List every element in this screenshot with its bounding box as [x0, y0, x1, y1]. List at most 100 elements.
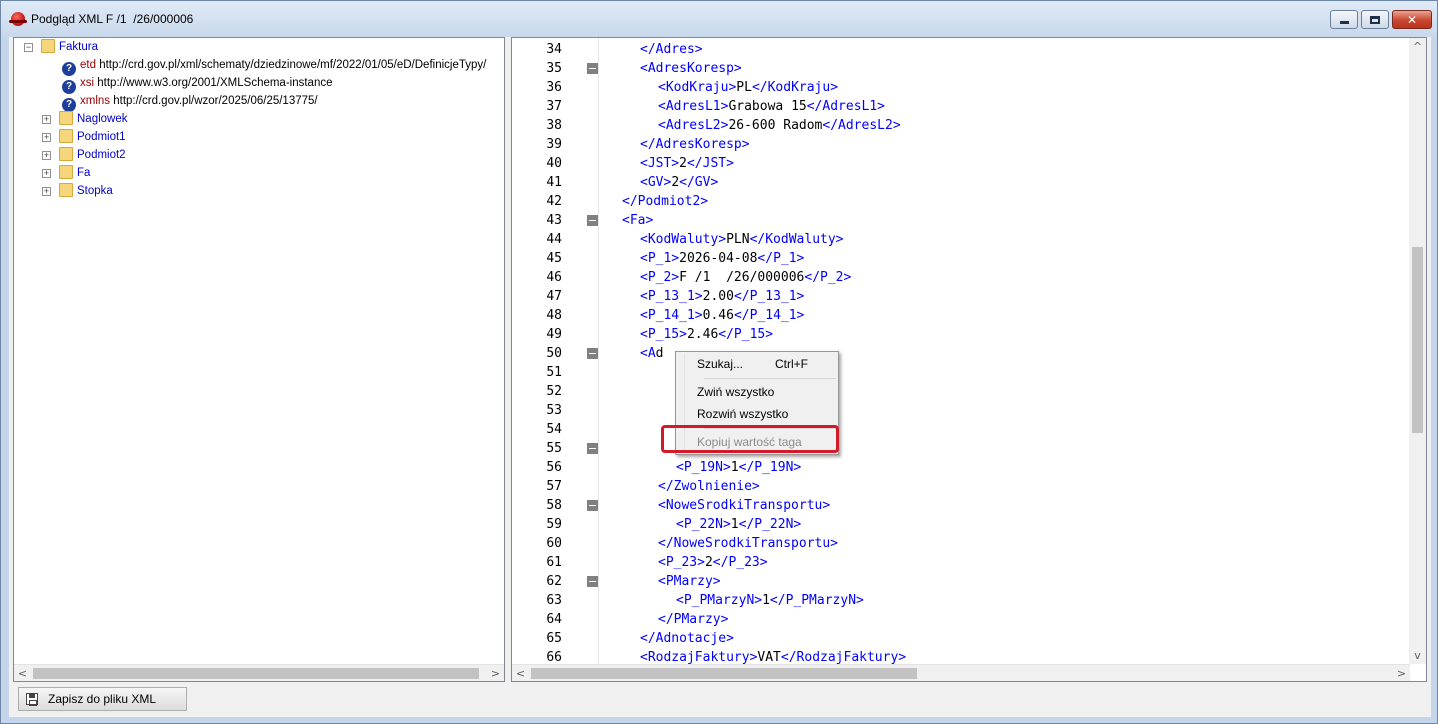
fold-toggle-icon[interactable] — [587, 63, 598, 74]
code-line[interactable]: 60 </NoweSrodkiTransportu> — [512, 534, 1410, 553]
expand-toggle-icon[interactable]: + — [42, 133, 51, 142]
xml-tree-panel: − Faktura ? etd http://crd.gov.pl/xml/schem… — [13, 37, 505, 682]
expand-toggle-icon[interactable]: + — [42, 187, 51, 196]
code-line[interactable]: 36 <KodKraju>PL</KodKraju> — [512, 78, 1410, 97]
xml-value: PL — [736, 80, 752, 95]
maximize-button[interactable] — [1361, 10, 1389, 29]
fold-toggle-icon[interactable] — [587, 500, 598, 511]
fold-toggle-icon[interactable] — [587, 443, 598, 454]
close-button[interactable]: ✕ — [1392, 10, 1432, 29]
code-line[interactable]: 35 <AdresKoresp> — [512, 59, 1410, 78]
xml-tree[interactable]: − Faktura ? etd http://crd.gov.pl/xml/schem… — [14, 38, 504, 664]
xml-preview-window: Podgląd XML F /1 /26/000006 ✕ − Faktura ? e… — [0, 0, 1438, 724]
xml-value: d — [655, 346, 664, 361]
code-line[interactable]: 41 <GV>2</GV> — [512, 173, 1410, 192]
line-number: 48 — [546, 308, 562, 323]
code-line[interactable]: 48 <P_14_1>0.46</P_14_1> — [512, 306, 1410, 325]
source-vscroll-thumb[interactable] — [1412, 247, 1423, 433]
xml-tag: </JST> — [686, 156, 734, 171]
code-line[interactable]: 50 <Ad — [512, 344, 1410, 363]
code-line[interactable]: 49 <P_15>2.46</P_15> — [512, 325, 1410, 344]
code-text: <JST>2</JST> — [640, 154, 734, 173]
minimize-icon — [1339, 21, 1349, 24]
code-line[interactable]: 63 <P_PMarzyN>1</P_PMarzyN> — [512, 591, 1410, 610]
code-line[interactable]: 57 </Zwolnienie> — [512, 477, 1410, 496]
expand-toggle-icon[interactable]: + — [42, 151, 51, 160]
code-line[interactable]: 40 <JST>2</JST> — [512, 154, 1410, 173]
app-logo-icon — [9, 12, 27, 26]
menu-item-expand-all[interactable]: Rozwiń wszystko — [677, 403, 837, 425]
tree-horizontal-scrollbar[interactable]: < > — [14, 664, 504, 681]
code-line[interactable]: 58 <NoweSrodkiTransportu> — [512, 496, 1410, 515]
scroll-right-arrow-icon[interactable]: > — [487, 665, 504, 682]
tree-attribute-row[interactable]: ? etd http://crd.gov.pl/xml/schematy/dzie… — [62, 56, 486, 76]
code-line[interactable]: 59 <P_22N>1</P_22N> — [512, 515, 1410, 534]
code-line[interactable]: 52 — [512, 382, 1410, 401]
tree-attribute-row[interactable]: ? xmlns http://crd.gov.pl/wzor/2025/06/25… — [62, 92, 318, 112]
code-line[interactable]: 66 <RodzajFaktury>VAT</RodzajFaktury> — [512, 648, 1410, 664]
line-number: 34 — [546, 42, 562, 57]
code-text: <GV>2</GV> — [640, 173, 718, 192]
tree-scroll-thumb[interactable] — [33, 668, 479, 679]
fold-toggle-icon[interactable] — [587, 348, 598, 359]
xml-tag: <RodzajFaktury> — [640, 650, 758, 664]
line-number: 40 — [546, 156, 562, 171]
code-line[interactable]: 42 </Podmiot2> — [512, 192, 1410, 211]
code-text: <P_23>2</P_23> — [658, 553, 768, 572]
xml-tag: </Adnotacje> — [640, 631, 734, 646]
xml-value: 1 — [730, 460, 739, 475]
scroll-up-arrow-icon[interactable]: ^ — [1409, 38, 1426, 55]
xml-tag: </GV> — [679, 175, 719, 190]
xml-source-editor[interactable]: 34 </Adres> 35 <AdresKoresp> 36 <KodKraju>PL<… — [512, 38, 1410, 664]
code-line[interactable]: 54 — [512, 420, 1410, 439]
code-line[interactable]: 51 — [512, 363, 1410, 382]
close-icon: ✕ — [1406, 12, 1418, 27]
code-line[interactable]: 44 <KodWaluty>PLN</KodWaluty> — [512, 230, 1410, 249]
expand-toggle-icon[interactable]: + — [42, 115, 51, 124]
fold-toggle-icon[interactable] — [587, 215, 598, 226]
menu-item-collapse-all[interactable]: Zwiń wszystko — [677, 381, 837, 403]
code-line[interactable]: 61 <P_23>2</P_23> — [512, 553, 1410, 572]
code-line[interactable]: 37 <AdresL1>Grabowa 15</AdresL1> — [512, 97, 1410, 116]
maximize-icon — [1370, 15, 1380, 24]
code-text: <PMarzy> — [658, 572, 721, 591]
source-horizontal-scrollbar[interactable]: < > — [512, 664, 1410, 681]
xml-tag: </P_13_1> — [733, 289, 805, 304]
attribute-value: http://crd.gov.pl/wzor/2025/06/25/13775/ — [113, 95, 318, 107]
code-line[interactable]: 46 <P_2>F /1 /26/000006</P_2> — [512, 268, 1410, 287]
code-text: <AdresL1>Grabowa 15</AdresL1> — [658, 97, 885, 116]
attribute-name: etd — [80, 59, 96, 71]
line-number: 61 — [546, 555, 562, 570]
fold-toggle-icon[interactable] — [587, 576, 598, 587]
tree-attribute-row[interactable]: ? xsi http://www.w3.org/2001/XMLSchema-in… — [62, 74, 333, 94]
scroll-down-arrow-icon[interactable]: v — [1409, 647, 1426, 664]
code-line[interactable]: 64 </PMarzy> — [512, 610, 1410, 629]
source-hscroll-thumb[interactable] — [531, 668, 917, 679]
code-line[interactable]: 47 <P_13_1>2.00</P_13_1> — [512, 287, 1410, 306]
expand-toggle-icon[interactable]: + — [42, 169, 51, 178]
code-line[interactable]: 53 — [512, 401, 1410, 420]
code-line[interactable]: 55 — [512, 439, 1410, 458]
xml-tag: </P_1> — [757, 251, 805, 266]
title-bar[interactable]: Podgląd XML F /1 /26/000006 ✕ — [1, 1, 1437, 37]
save-to-xml-button[interactable]: Zapisz do pliku XML — [18, 687, 187, 711]
line-number: 44 — [546, 232, 562, 247]
line-number: 45 — [546, 251, 562, 266]
code-line[interactable]: 45 <P_1>2026-04-08</P_1> — [512, 249, 1410, 268]
line-number: 43 — [546, 213, 562, 228]
scroll-left-arrow-icon[interactable]: < — [14, 665, 31, 682]
code-line[interactable]: 43 <Fa> — [512, 211, 1410, 230]
collapse-toggle-icon[interactable]: − — [24, 43, 33, 52]
scroll-left-arrow-icon[interactable]: < — [512, 665, 529, 681]
code-line[interactable]: 38 <AdresL2>26-600 Radom</AdresL2> — [512, 116, 1410, 135]
source-vertical-scrollbar[interactable]: ^ v — [1409, 38, 1426, 664]
code-line[interactable]: 39 </AdresKoresp> — [512, 135, 1410, 154]
code-line[interactable]: 56 <P_19N>1</P_19N> — [512, 458, 1410, 477]
menu-item-search[interactable]: Szukaj... Ctrl+F — [677, 353, 837, 375]
minimize-button[interactable] — [1330, 10, 1358, 29]
tree-node-label: Fa — [77, 167, 91, 179]
code-line[interactable]: 34 </Adres> — [512, 40, 1410, 59]
scroll-right-arrow-icon[interactable]: > — [1393, 665, 1410, 681]
code-line[interactable]: 62 <PMarzy> — [512, 572, 1410, 591]
code-line[interactable]: 65 </Adnotacje> — [512, 629, 1410, 648]
